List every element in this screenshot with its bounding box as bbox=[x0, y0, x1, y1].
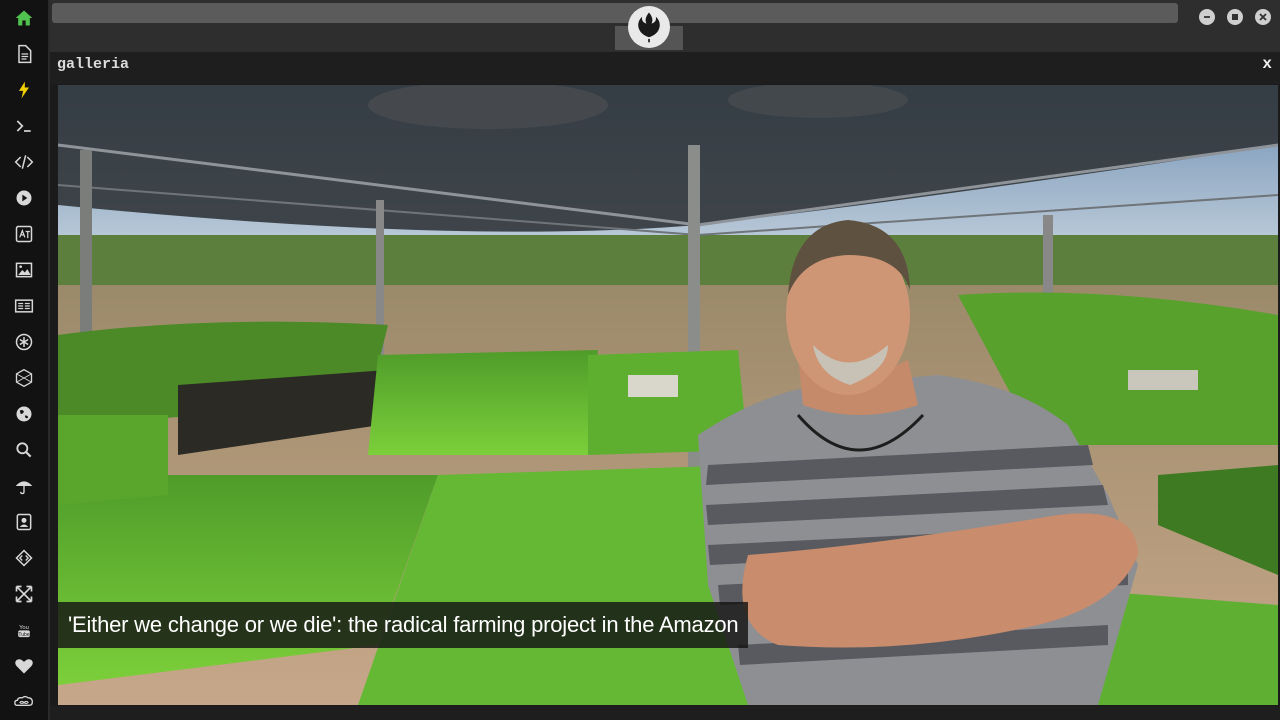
bottom-bar bbox=[50, 706, 1280, 720]
gallery-image-viewer[interactable]: 'Either we change or we die': the radica… bbox=[58, 85, 1278, 705]
rebel-alliance-logo-icon bbox=[628, 6, 670, 48]
minimize-button[interactable] bbox=[1199, 9, 1215, 25]
youtube-icon[interactable]: You Tube bbox=[0, 612, 48, 648]
infinity-cloud-icon[interactable] bbox=[0, 684, 48, 720]
document-icon[interactable] bbox=[0, 36, 48, 72]
window-title: galleria bbox=[57, 56, 130, 73]
svg-text:You: You bbox=[19, 625, 29, 631]
contact-card-icon[interactable] bbox=[0, 504, 48, 540]
heart-icon[interactable] bbox=[0, 648, 48, 684]
translate-icon[interactable] bbox=[0, 216, 48, 252]
close-button[interactable]: x bbox=[1262, 55, 1272, 73]
terminal-icon[interactable] bbox=[0, 108, 48, 144]
asterisk-icon[interactable] bbox=[0, 324, 48, 360]
code-icon[interactable] bbox=[0, 144, 48, 180]
top-bar bbox=[50, 0, 1280, 52]
play-icon[interactable] bbox=[0, 180, 48, 216]
news-icon[interactable] bbox=[0, 288, 48, 324]
svg-text:Tube: Tube bbox=[18, 632, 29, 638]
hexagon-icon[interactable] bbox=[0, 360, 48, 396]
lightning-icon[interactable] bbox=[0, 72, 48, 108]
image-icon[interactable] bbox=[0, 252, 48, 288]
globe-icon[interactable] bbox=[0, 396, 48, 432]
address-bar[interactable] bbox=[52, 3, 1178, 23]
search-icon[interactable] bbox=[0, 432, 48, 468]
code-tags-icon[interactable] bbox=[0, 540, 48, 576]
sidebar: You Tube bbox=[0, 0, 50, 720]
home-icon[interactable] bbox=[0, 0, 48, 36]
maximize-button[interactable] bbox=[1227, 9, 1243, 25]
expand-icon[interactable] bbox=[0, 576, 48, 612]
window-title-bar: galleria x bbox=[50, 52, 1280, 84]
close-window-button[interactable] bbox=[1255, 9, 1271, 25]
umbrella-icon[interactable] bbox=[0, 468, 48, 504]
image-caption: 'Either we change or we die': the radica… bbox=[58, 602, 749, 648]
